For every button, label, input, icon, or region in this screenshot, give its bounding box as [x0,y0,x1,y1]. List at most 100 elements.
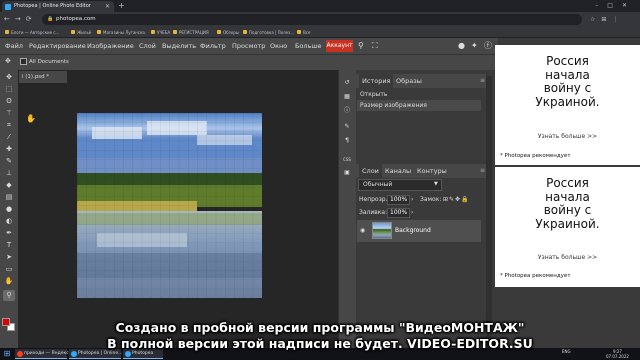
history-row-active[interactable]: Размер изображения [357,100,481,111]
menu-file[interactable]: Файл [5,38,23,54]
blend-mode-select[interactable]: Обычный [358,179,442,191]
canvas-image[interactable] [77,113,262,298]
bookmark-item[interactable]: РЕГИСТРАЦИЯ [172,27,209,38]
panel-scrollbar[interactable] [486,76,492,360]
crop-icon[interactable]: ⌗ [3,120,15,131]
eyedropper-icon[interactable]: ⁄ [3,132,15,143]
all-documents-label: All Documents [29,59,69,65]
brush-icon[interactable]: ✎ [3,156,15,167]
css-panel-icon[interactable]: CSS [341,155,353,165]
hand-icon[interactable]: ✋ [3,276,15,287]
taskbar-item-label: Photopea | Online... [78,351,123,356]
watermark-line-1: Создано в пробной версии программы "Виде… [115,320,525,335]
lasso-tool-icon[interactable]: ʘ [3,96,15,107]
eraser-icon[interactable]: ◆ [3,180,15,191]
pen-icon[interactable]: ✒ [3,228,15,239]
photopea-favicon-icon [5,4,11,10]
bookmark-item[interactable]: УЧЕБА [150,27,170,38]
ad-banner[interactable]: Россия начала войну с Украиной. Узнать б… [495,167,640,287]
menu-select[interactable]: Выделить [162,38,196,54]
info-panel-icon[interactable]: ⓘ [341,106,353,116]
history-panel-icon[interactable]: ↺ [341,78,353,88]
marquee-tool-icon[interactable]: ⬚ [3,84,15,95]
document-tab[interactable]: i (1).psd * [19,71,67,83]
clone-stamp-icon[interactable]: ⊥ [3,168,15,179]
ad-learn-more-link[interactable]: Узнать больше >> [495,254,640,261]
ad-learn-more-link[interactable]: Узнать больше >> [495,133,640,140]
layers-panel-menu-icon[interactable]: ≡ [480,167,486,175]
lock-icon: 🔒 [47,16,54,22]
fill-input[interactable]: 100% [387,208,411,218]
eye-icon[interactable]: ◉ [360,227,365,235]
tab-history[interactable]: История [359,74,394,88]
tab-brushes[interactable]: Образы [393,74,425,88]
facebook-icon[interactable]: ⓕ [484,38,492,54]
taskbar-item-label: Photopea [132,351,154,356]
new-tab-icon[interactable]: + [118,0,125,12]
browser-tab[interactable]: Photopea | Online Photo Editor ✕ [2,1,114,12]
healing-brush-icon[interactable]: ✚ [3,144,15,155]
ad-recommend-text: * Photopea рекомендует [500,153,571,159]
window-controls[interactable]: –□✕ [595,0,636,12]
lock-options-icons[interactable]: ⊞✎✥🔒 [443,195,470,205]
paragraph-icon[interactable]: ¶ [341,136,353,146]
navigation-buttons[interactable]: ←→⟳ [4,12,37,27]
gradient-icon[interactable]: ▤ [3,192,15,203]
path-select-icon[interactable]: ➤ [3,252,15,263]
brush-settings-icon[interactable]: ✎ [341,122,353,132]
bookmark-item[interactable]: Подготовка | Полез... [242,27,294,38]
pixelated-landscape-image [77,113,262,298]
magic-wand-icon[interactable]: ⚚ [3,108,15,119]
menu-filter[interactable]: Фильтр [200,38,226,54]
ad-title: Россия начала войну с Украиной. [535,54,600,109]
tab-paths[interactable]: Контуры [414,164,450,178]
menu-image[interactable]: Изображение [87,38,134,54]
photopea-icon [125,351,131,357]
bookmark-item[interactable]: Обзоры [216,27,239,38]
menu-window[interactable]: Окно [270,38,287,54]
opacity-input[interactable]: 100% [387,195,411,205]
search-icon[interactable]: ⚲ [358,38,364,54]
all-documents-checkbox[interactable]: All Documents [20,58,69,66]
lock-label: Замок: [420,196,442,203]
taskbar-item-label: приходи — Яндекс... [24,351,73,356]
hand-cursor-icon: ✋ [26,114,36,123]
bookmark-item[interactable]: Магазины Луганска [96,27,145,38]
blur-icon[interactable]: ● [3,204,15,215]
browser-extension-icons[interactable]: ☆⊞⋮ [590,12,624,27]
dodge-icon[interactable]: ◐ [3,216,15,227]
chrome-icon [71,351,77,357]
move-tool-icon[interactable]: ✥ [3,72,15,83]
swatches-panel-icon[interactable]: ▦ [341,92,353,102]
fullscreen-icon[interactable]: ⛶ [372,38,378,54]
browser-tab-title: Photopea | Online Photo Editor [14,3,91,9]
menu-more[interactable]: Больше [295,38,321,54]
type-icon[interactable]: T [3,240,15,251]
account-button[interactable]: Аккаунт [326,40,353,52]
zoom-icon[interactable]: ⚲ [3,290,15,301]
tab-channels[interactable]: Каналы [382,164,414,178]
twitter-icon[interactable]: ✦ [471,38,478,54]
tab-layers[interactable]: Слои [359,164,382,178]
yandex-icon [17,351,23,357]
ad-banner[interactable]: Россия начала войну с Украиной. Узнать б… [495,45,640,165]
fill-arrow-icon[interactable]: › [411,208,413,218]
url-input[interactable]: 🔒 photopea.com [42,14,582,25]
menu-view[interactable]: Просмотр [232,38,265,54]
opacity-label: Непрозр.: [359,196,390,203]
menu-edit[interactable]: Редактирование [29,38,86,54]
shape-icon[interactable]: ▭ [3,264,15,275]
history-row[interactable]: Открыть [357,89,481,100]
panel-menu-icon[interactable]: ≡ [480,77,486,85]
bookmark-item[interactable]: Жильё [70,27,91,38]
bookmark-item[interactable]: Все [296,27,310,38]
menu-layer[interactable]: Слой [139,38,156,54]
reddit-icon[interactable]: ● [458,38,465,54]
bookmark-item[interactable]: Блоги — Авторские с... [4,27,59,38]
clock-date: 07.07.2022 [606,354,629,359]
opacity-arrow-icon[interactable]: › [411,195,413,205]
close-tab-icon[interactable]: ✕ [105,1,110,12]
url-text: photopea.com [56,16,96,22]
image-panel-icon[interactable]: ▣ [341,168,353,178]
checkbox-box[interactable] [20,58,27,65]
